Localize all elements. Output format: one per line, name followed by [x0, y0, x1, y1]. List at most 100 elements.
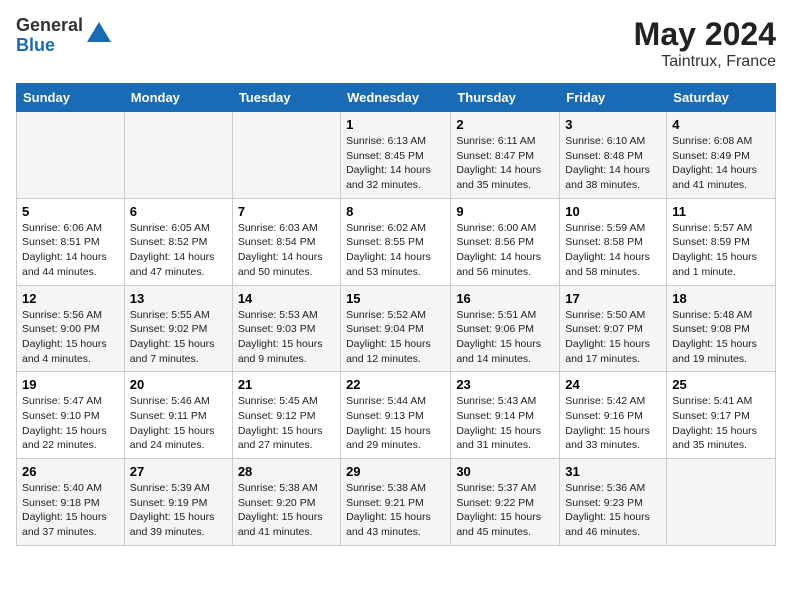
day-info: Sunrise: 6:03 AM Sunset: 8:54 PM Dayligh…: [238, 221, 335, 280]
day-number: 26: [22, 464, 119, 479]
day-number: 7: [238, 204, 335, 219]
day-number: 24: [565, 377, 661, 392]
day-number: 2: [456, 117, 554, 132]
day-number: 25: [672, 377, 770, 392]
day-info: Sunrise: 5:51 AM Sunset: 9:06 PM Dayligh…: [456, 308, 554, 367]
day-info: Sunrise: 5:57 AM Sunset: 8:59 PM Dayligh…: [672, 221, 770, 280]
weekday-header-thursday: Thursday: [451, 84, 560, 112]
logo-blue-text: Blue: [16, 36, 83, 56]
calendar-cell: [667, 459, 776, 546]
calendar-cell: 24 Sunrise: 5:42 AM Sunset: 9:16 PM Dayli…: [560, 372, 667, 459]
day-info: Sunrise: 5:41 AM Sunset: 9:17 PM Dayligh…: [672, 394, 770, 453]
weekday-header-saturday: Saturday: [667, 84, 776, 112]
day-info: Sunrise: 5:53 AM Sunset: 9:03 PM Dayligh…: [238, 308, 335, 367]
day-info: Sunrise: 6:02 AM Sunset: 8:55 PM Dayligh…: [346, 221, 445, 280]
day-info: Sunrise: 5:47 AM Sunset: 9:10 PM Dayligh…: [22, 394, 119, 453]
weekday-header-friday: Friday: [560, 84, 667, 112]
day-number: 31: [565, 464, 661, 479]
weekday-header-tuesday: Tuesday: [232, 84, 340, 112]
day-info: Sunrise: 5:42 AM Sunset: 9:16 PM Dayligh…: [565, 394, 661, 453]
day-number: 6: [130, 204, 227, 219]
calendar-cell: 28Sunrise: 5:38 AM Sunset: 9:20 PM Dayli…: [232, 459, 340, 546]
day-number: 17: [565, 291, 661, 306]
day-number: 11: [672, 204, 770, 219]
day-info: Sunrise: 5:55 AM Sunset: 9:02 PM Dayligh…: [130, 308, 227, 367]
calendar-cell: 16 Sunrise: 5:51 AM Sunset: 9:06 PM Dayli…: [451, 285, 560, 372]
day-info: Sunrise: 6:06 AM Sunset: 8:51 PM Dayligh…: [22, 221, 119, 280]
calendar-cell: 4 Sunrise: 6:08 AM Sunset: 8:49 PM Daylig…: [667, 112, 776, 199]
calendar-cell: 1 Sunrise: 6:13 AM Sunset: 8:45 PM Daylig…: [341, 112, 451, 199]
weekday-header-row: SundayMondayTuesdayWednesdayThursdayFrid…: [17, 84, 776, 112]
weekday-header-wednesday: Wednesday: [341, 84, 451, 112]
day-info: Sunrise: 5:46 AM Sunset: 9:11 PM Dayligh…: [130, 394, 227, 453]
day-info: Sunrise: 5:56 AM Sunset: 9:00 PM Dayligh…: [22, 308, 119, 367]
day-number: 1: [346, 117, 445, 132]
day-number: 12: [22, 291, 119, 306]
calendar-cell: 22Sunrise: 5:44 AM Sunset: 9:13 PM Dayli…: [341, 372, 451, 459]
day-info: Sunrise: 6:08 AM Sunset: 8:49 PM Dayligh…: [672, 134, 770, 193]
calendar-cell: 29Sunrise: 5:38 AM Sunset: 9:21 PM Dayli…: [341, 459, 451, 546]
calendar-cell: [232, 112, 340, 199]
day-number: 19: [22, 377, 119, 392]
calendar-cell: 21Sunrise: 5:45 AM Sunset: 9:12 PM Dayli…: [232, 372, 340, 459]
calendar-cell: [124, 112, 232, 199]
calendar-cell: 15 Sunrise: 5:52 AM Sunset: 9:04 PM Dayli…: [341, 285, 451, 372]
calendar-table: SundayMondayTuesdayWednesdayThursdayFrid…: [16, 83, 776, 546]
day-info: Sunrise: 5:44 AM Sunset: 9:13 PM Dayligh…: [346, 394, 445, 453]
day-info: Sunrise: 5:59 AM Sunset: 8:58 PM Dayligh…: [565, 221, 661, 280]
day-info: Sunrise: 6:10 AM Sunset: 8:48 PM Dayligh…: [565, 134, 661, 193]
day-info: Sunrise: 5:45 AM Sunset: 9:12 PM Dayligh…: [238, 394, 335, 453]
calendar-cell: 17 Sunrise: 5:50 AM Sunset: 9:07 PM Dayli…: [560, 285, 667, 372]
day-number: 18: [672, 291, 770, 306]
weekday-header-sunday: Sunday: [17, 84, 125, 112]
day-number: 4: [672, 117, 770, 132]
calendar-cell: 9 Sunrise: 6:00 AM Sunset: 8:56 PM Daylig…: [451, 198, 560, 285]
day-number: 9: [456, 204, 554, 219]
week-row-4: 19 Sunrise: 5:47 AM Sunset: 9:10 PM Dayli…: [17, 372, 776, 459]
page-header: General Blue May 2024 Taintrux, France: [16, 16, 776, 71]
week-row-2: 5Sunrise: 6:06 AM Sunset: 8:51 PM Daylig…: [17, 198, 776, 285]
calendar-cell: 12 Sunrise: 5:56 AM Sunset: 9:00 PM Dayli…: [17, 285, 125, 372]
day-info: Sunrise: 5:40 AM Sunset: 9:18 PM Dayligh…: [22, 481, 119, 540]
calendar-cell: 31 Sunrise: 5:36 AM Sunset: 9:23 PM Dayli…: [560, 459, 667, 546]
day-info: Sunrise: 6:00 AM Sunset: 8:56 PM Dayligh…: [456, 221, 554, 280]
calendar-cell: 8Sunrise: 6:02 AM Sunset: 8:55 PM Daylig…: [341, 198, 451, 285]
month-year: May 2024: [634, 16, 776, 53]
calendar-cell: 18 Sunrise: 5:48 AM Sunset: 9:08 PM Dayli…: [667, 285, 776, 372]
day-info: Sunrise: 5:38 AM Sunset: 9:20 PM Dayligh…: [238, 481, 335, 540]
day-info: Sunrise: 5:48 AM Sunset: 9:08 PM Dayligh…: [672, 308, 770, 367]
day-info: Sunrise: 6:13 AM Sunset: 8:45 PM Dayligh…: [346, 134, 445, 193]
day-number: 27: [130, 464, 227, 479]
day-number: 15: [346, 291, 445, 306]
day-number: 16: [456, 291, 554, 306]
day-number: 20: [130, 377, 227, 392]
calendar-cell: 13 Sunrise: 5:55 AM Sunset: 9:02 PM Dayli…: [124, 285, 232, 372]
calendar-cell: 27Sunrise: 5:39 AM Sunset: 9:19 PM Dayli…: [124, 459, 232, 546]
day-info: Sunrise: 5:36 AM Sunset: 9:23 PM Dayligh…: [565, 481, 661, 540]
calendar-cell: 6 Sunrise: 6:05 AM Sunset: 8:52 PM Daylig…: [124, 198, 232, 285]
day-number: 23: [456, 377, 554, 392]
weekday-header-monday: Monday: [124, 84, 232, 112]
day-info: Sunrise: 5:52 AM Sunset: 9:04 PM Dayligh…: [346, 308, 445, 367]
day-number: 14: [238, 291, 335, 306]
day-info: Sunrise: 5:50 AM Sunset: 9:07 PM Dayligh…: [565, 308, 661, 367]
day-info: Sunrise: 6:05 AM Sunset: 8:52 PM Dayligh…: [130, 221, 227, 280]
day-info: Sunrise: 5:38 AM Sunset: 9:21 PM Dayligh…: [346, 481, 445, 540]
logo-general-text: General: [16, 16, 83, 36]
calendar-cell: [17, 112, 125, 199]
calendar-cell: 26 Sunrise: 5:40 AM Sunset: 9:18 PM Dayli…: [17, 459, 125, 546]
title-block: May 2024 Taintrux, France: [634, 16, 776, 71]
calendar-cell: 14 Sunrise: 5:53 AM Sunset: 9:03 PM Dayli…: [232, 285, 340, 372]
location: Taintrux, France: [634, 53, 776, 71]
day-number: 13: [130, 291, 227, 306]
calendar-cell: 10 Sunrise: 5:59 AM Sunset: 8:58 PM Dayli…: [560, 198, 667, 285]
day-number: 10: [565, 204, 661, 219]
calendar-cell: 19 Sunrise: 5:47 AM Sunset: 9:10 PM Dayli…: [17, 372, 125, 459]
day-info: Sunrise: 5:37 AM Sunset: 9:22 PM Dayligh…: [456, 481, 554, 540]
week-row-1: 1 Sunrise: 6:13 AM Sunset: 8:45 PM Daylig…: [17, 112, 776, 199]
calendar-cell: 7 Sunrise: 6:03 AM Sunset: 8:54 PM Daylig…: [232, 198, 340, 285]
logo-icon: [85, 20, 113, 48]
day-number: 30: [456, 464, 554, 479]
logo: General Blue: [16, 16, 113, 56]
day-number: 3: [565, 117, 661, 132]
